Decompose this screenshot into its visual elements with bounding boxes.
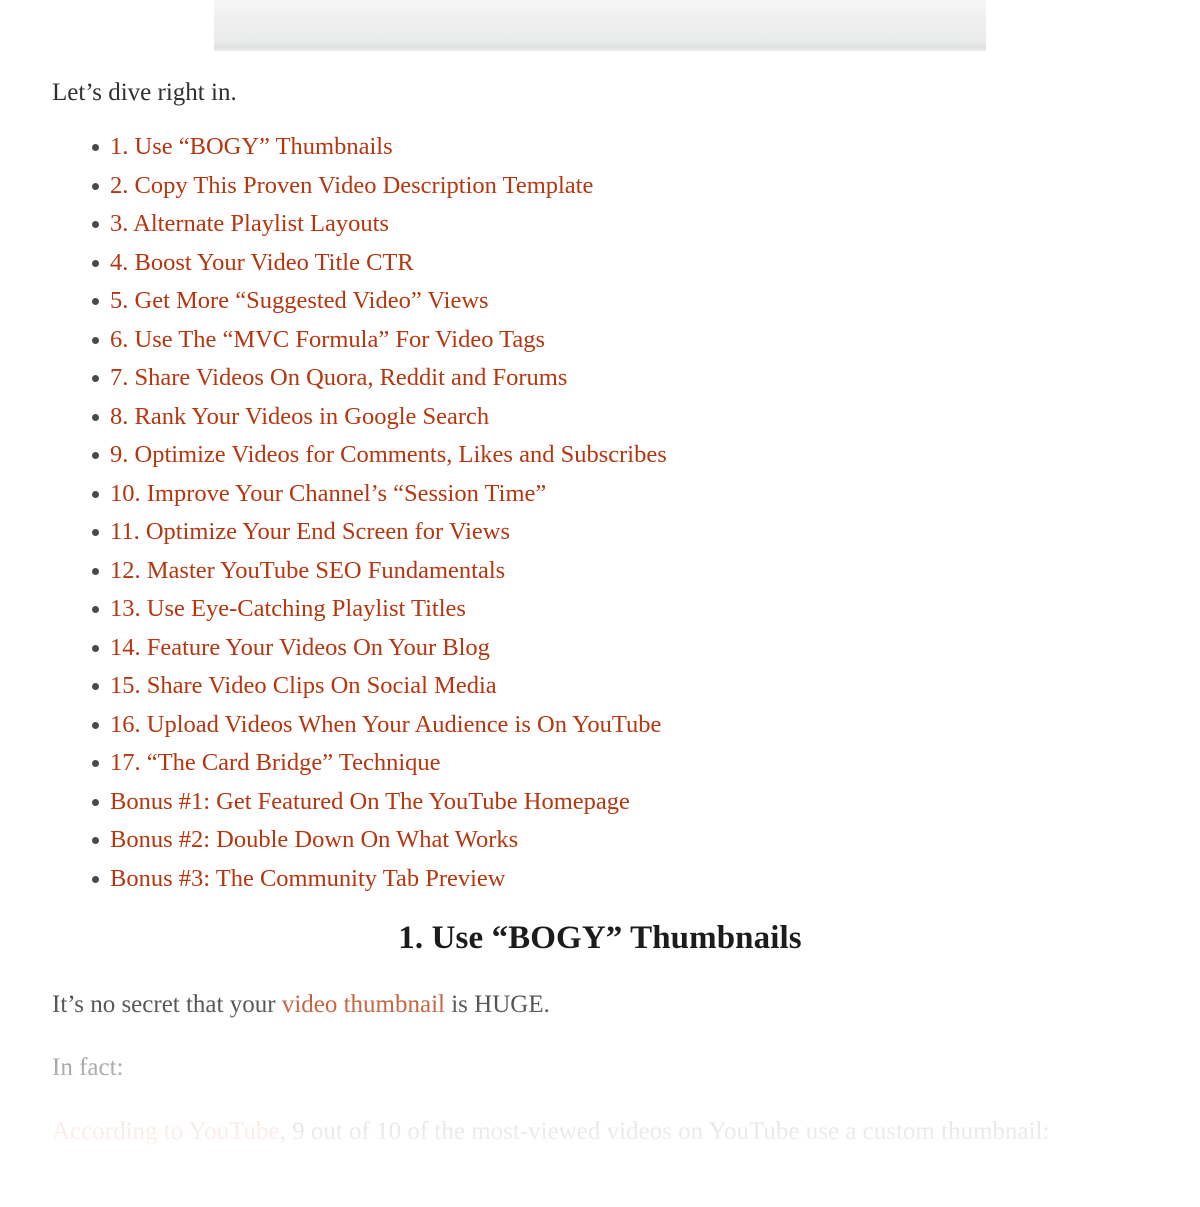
list-item[interactable]: 12. Master YouTube SEO Fundamentals	[52, 552, 1200, 591]
list-item[interactable]: 1. Use “BOGY” Thumbnails	[52, 128, 1200, 167]
thumbnail-paragraph: It’s no secret that your video thumbnail…	[0, 987, 1200, 1023]
toc-link-9[interactable]: 9. Optimize Videos for Comments, Likes a…	[110, 441, 667, 468]
list-item[interactable]: 6. Use The “MVC Formula” For Video Tags	[52, 321, 1200, 360]
toc-link-8[interactable]: 8. Rank Your Videos in Google Search	[110, 403, 489, 430]
list-item[interactable]: 11. Optimize Your End Screen for Views	[52, 513, 1200, 552]
list-item[interactable]: 15. Share Video Clips On Social Media	[52, 667, 1200, 706]
toc-link-bonus-2[interactable]: Bonus #2: Double Down On What Works	[110, 826, 518, 853]
list-item[interactable]: 3. Alternate Playlist Layouts	[52, 205, 1200, 244]
thumbnail-paragraph-after: is HUGE.	[444, 991, 550, 1019]
toc-link-5[interactable]: 5. Get More “Suggested Video” Views	[110, 287, 489, 314]
list-item[interactable]: 10. Improve Your Channel’s “Session Time…	[52, 475, 1200, 514]
section-heading: 1. Use “BOGY” Thumbnails	[398, 920, 802, 957]
toc-link-2[interactable]: 2. Copy This Proven Video Description Te…	[110, 172, 593, 199]
toc-link-bonus-3[interactable]: Bonus #3: The Community Tab Preview	[110, 865, 506, 892]
list-item[interactable]: Bonus #2: Double Down On What Works	[52, 821, 1200, 860]
toc-link-12[interactable]: 12. Master YouTube SEO Fundamentals	[110, 557, 505, 584]
toc-link-1[interactable]: 1. Use “BOGY” Thumbnails	[110, 133, 393, 160]
cut-off-image-top	[214, 0, 986, 51]
toc-link-bonus-1[interactable]: Bonus #1: Get Featured On The YouTube Ho…	[110, 788, 630, 815]
statistic-paragraph-rest: , 9 out of 10 of the most-viewed videos …	[279, 1117, 1050, 1145]
toc-link-6[interactable]: 6. Use The “MVC Formula” For Video Tags	[110, 326, 545, 353]
video-thumbnail-link[interactable]: video thumbnail	[282, 991, 445, 1018]
according-to-youtube-link[interactable]: According to YouTube	[52, 1118, 280, 1145]
toc-link-13[interactable]: 13. Use Eye-Catching Playlist Titles	[110, 595, 466, 622]
list-item[interactable]: 13. Use Eye-Catching Playlist Titles	[52, 590, 1200, 629]
toc-link-17[interactable]: 17. “The Card Bridge” Technique	[110, 749, 441, 776]
list-item[interactable]: 5. Get More “Suggested Video” Views	[52, 282, 1200, 321]
intro-paragraph: Let’s dive right in.	[52, 79, 237, 106]
list-item[interactable]: 2. Copy This Proven Video Description Te…	[52, 167, 1200, 206]
toc-link-16[interactable]: 16. Upload Videos When Your Audience is …	[110, 711, 661, 738]
statistic-paragraph: According to YouTube, 9 out of 10 of the…	[0, 1114, 1200, 1150]
toc-link-15[interactable]: 15. Share Video Clips On Social Media	[110, 672, 497, 699]
list-item[interactable]: Bonus #1: Get Featured On The YouTube Ho…	[52, 783, 1200, 822]
table-of-contents-list: 1. Use “BOGY” Thumbnails 2. Copy This Pr…	[0, 128, 1200, 898]
list-item[interactable]: 17. “The Card Bridge” Technique	[52, 744, 1200, 783]
list-item[interactable]: Bonus #3: The Community Tab Preview	[52, 860, 1200, 899]
list-item[interactable]: 14. Feature Your Videos On Your Blog	[52, 629, 1200, 668]
article-body: Let’s dive right in. 1. Use “BOGY” Thumb…	[0, 51, 1200, 1150]
toc-link-11[interactable]: 11. Optimize Your End Screen for Views	[110, 518, 510, 545]
toc-link-7[interactable]: 7. Share Videos On Quora, Reddit and For…	[110, 364, 567, 391]
toc-link-4[interactable]: 4. Boost Your Video Title CTR	[110, 249, 414, 276]
list-item[interactable]: 9. Optimize Videos for Comments, Likes a…	[52, 436, 1200, 475]
toc-link-10[interactable]: 10. Improve Your Channel’s “Session Time…	[110, 480, 546, 507]
list-item[interactable]: 8. Rank Your Videos in Google Search	[52, 398, 1200, 437]
thumbnail-paragraph-before: It’s no secret that your	[52, 991, 282, 1019]
list-item[interactable]: 7. Share Videos On Quora, Reddit and For…	[52, 359, 1200, 398]
list-item[interactable]: 16. Upload Videos When Your Audience is …	[52, 706, 1200, 745]
toc-link-14[interactable]: 14. Feature Your Videos On Your Blog	[110, 634, 490, 661]
in-fact-paragraph: In fact:	[52, 1053, 124, 1081]
toc-link-3[interactable]: 3. Alternate Playlist Layouts	[110, 210, 389, 237]
list-item[interactable]: 4. Boost Your Video Title CTR	[52, 244, 1200, 283]
